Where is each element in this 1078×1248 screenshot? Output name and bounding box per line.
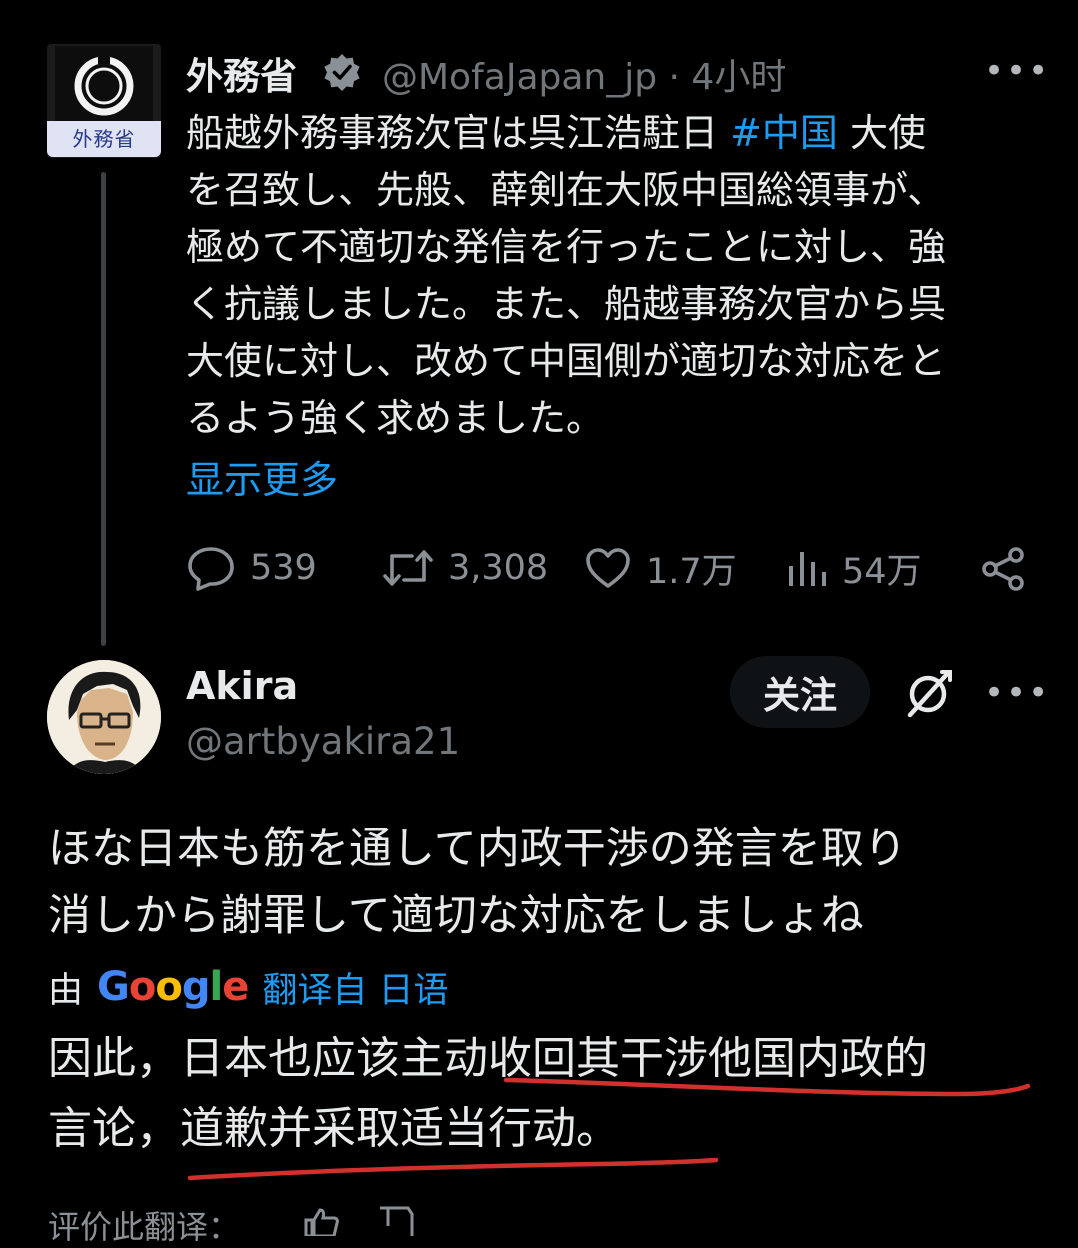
google-logo-letter: g — [181, 964, 211, 1010]
more-icon[interactable]: ••• — [984, 54, 1050, 88]
translation-text: 因此，日本也应该主动收回其干涉他国内政的 言论，道歉并采取适当行动。 — [48, 1024, 1048, 1164]
translated-from-link[interactable]: 翻译自 日语 — [262, 962, 448, 1013]
reply-button[interactable]: 539 — [186, 544, 317, 592]
author-handle: @artbyakira21 — [186, 720, 461, 763]
hashtag-link[interactable]: #中国 — [730, 111, 838, 155]
thumbs-down-icon[interactable] — [376, 1206, 414, 1236]
translation-attribution: 由 Google 翻译自 日语 — [48, 962, 448, 1012]
retweet-icon — [383, 550, 433, 586]
thumbs-up-icon[interactable] — [302, 1206, 340, 1236]
author-name[interactable]: 外務省 — [186, 46, 297, 100]
like-icon — [586, 548, 630, 588]
tweet-line: 極めて不適切な発信を行ったことに対し、強 — [186, 225, 947, 269]
reply-icon — [188, 547, 234, 591]
tweet-line: ほな日本も筋を通して内政干渉の発言を取り — [48, 824, 907, 874]
views-count: 54万 — [842, 551, 922, 592]
follow-button[interactable]: 关注 — [730, 656, 870, 728]
google-logo-letter: o — [155, 964, 183, 1010]
tweet-body: 船越外務事務次官は呉江浩駐日 #中国 大使 を召致し、先般、薛剣在大阪中国総領事… — [186, 105, 1046, 447]
google-logo-letter: l — [209, 964, 223, 1010]
tweet-line: く抗議しました。また、船越事務次官から呉 — [186, 282, 947, 326]
more-icon[interactable]: ••• — [984, 676, 1050, 710]
avatar-name-plate: 外務省 — [47, 121, 161, 157]
mofa-avatar[interactable]: 外務省 — [47, 44, 161, 158]
mofa-emblem-icon — [55, 46, 153, 122]
translation-line: 因此，日本也应该主动收回其干涉他国内政的 — [48, 1033, 928, 1084]
google-logo-letter: G — [97, 964, 130, 1010]
google-logo-letter: o — [128, 964, 157, 1010]
translated-by-prefix: 由 — [48, 970, 84, 1011]
retweet-button[interactable]: 3,308 — [382, 544, 548, 592]
verified-badge-icon — [324, 54, 360, 91]
avatar[interactable] — [47, 660, 161, 774]
show-more-link[interactable]: 显示更多 — [186, 449, 338, 504]
translation-line: 言论，道歉并采取适当行动。 — [48, 1103, 620, 1154]
google-logo-letter: e — [222, 964, 249, 1010]
share-icon[interactable] — [980, 546, 1028, 592]
views-icon — [789, 552, 826, 586]
rate-translation-label: 评价此翻译： — [48, 1208, 241, 1246]
author-handle-and-time: @MofaJapan_jp · 4小时 — [382, 57, 787, 98]
grok-icon[interactable] — [902, 668, 954, 720]
author-name[interactable]: Akira — [186, 664, 298, 708]
tweet-line: を召致し、先般、薛剣在大阪中国総領事が、 — [186, 168, 946, 212]
like-button[interactable]: 1.7万 — [584, 544, 737, 592]
reply-count: 539 — [250, 548, 317, 588]
thread-connector-line — [101, 172, 106, 646]
like-count: 1.7万 — [646, 551, 737, 592]
retweet-count: 3,308 — [448, 548, 549, 588]
avatar-illustration — [47, 660, 161, 774]
views-button[interactable]: 54万 — [786, 544, 922, 592]
tweet-line: るよう強く求めました。 — [186, 396, 605, 440]
tweet-line: 大使に対し、改めて中国側が適切な対応をと — [186, 339, 947, 383]
tweet-line: 消しから謝罪して適切な対応をしましょね — [48, 891, 864, 941]
tweet-body: ほな日本も筋を通して内政干渉の発言を取り 消しから謝罪して適切な対応をしましょね — [48, 816, 1048, 950]
google-logo: Google — [97, 964, 249, 1010]
tweet-line: 船越外務事務次官は呉江浩駐日 #中国 大使 — [186, 111, 927, 155]
